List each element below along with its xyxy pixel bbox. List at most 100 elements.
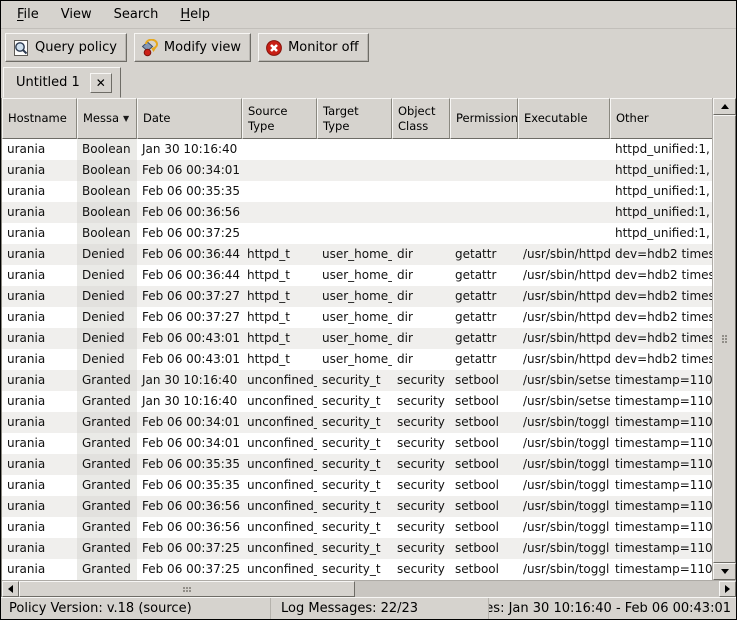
column-header-hostname[interactable]: Hostname [2,98,77,139]
table-row[interactable]: uraniaGrantedFeb 06 00:34:01unconfined_s… [2,412,714,433]
query-policy-button[interactable]: Query policy [5,33,127,62]
table-cell [392,160,450,181]
horizontal-scroll-track[interactable] [19,581,719,597]
column-header-permission[interactable]: Permission [450,98,518,139]
table-cell: dev=hdb2 timesta [610,328,714,349]
table-row[interactable]: uraniaGrantedFeb 06 00:35:35unconfined_s… [2,454,714,475]
column-header-date[interactable]: Date [137,98,242,139]
table-row[interactable]: uraniaDeniedFeb 06 00:36:44httpd_tuser_h… [2,265,714,286]
table-cell: dev=hdb2 timesta [610,265,714,286]
horizontal-scrollbar[interactable] [2,580,736,597]
table-cell: Granted [77,391,137,412]
table-cell: Feb 06 00:34:01 [137,160,242,181]
table-cell: urania [2,328,77,349]
table-cell: /usr/sbin/httpd [518,328,610,349]
table-cell [392,223,450,244]
table-cell: httpd_t [242,307,317,328]
column-header-target-type[interactable]: Target Type [317,98,392,139]
table-cell: timestamp=11076 [610,496,714,517]
table-cell: Feb 06 00:35:35 [137,454,242,475]
table-cell: unconfined_ [242,475,317,496]
monitor-off-button[interactable]: Monitor off [258,33,368,62]
table-cell [518,223,610,244]
table-cell: httpd_unified:1, h [610,181,714,202]
table-cell: dir [392,286,450,307]
table-cell: /usr/sbin/toggle [518,517,610,538]
column-header-label: Hostname [8,111,67,125]
scroll-down-button[interactable] [713,563,736,580]
table-cell: security_t [317,454,392,475]
column-header-source-type[interactable]: Source Type [242,98,317,139]
table-cell [317,139,392,160]
table-cell: httpd_unified:1, h [610,223,714,244]
table-cell: /usr/sbin/toggle [518,496,610,517]
table-cell: Feb 06 00:37:25 [137,559,242,580]
table-row[interactable]: uraniaGrantedJan 30 10:16:40unconfined_s… [2,391,714,412]
table-row[interactable]: uraniaBooleanFeb 06 00:35:35httpd_unifie… [2,181,714,202]
table-row[interactable]: uraniaGrantedFeb 06 00:37:25unconfined_s… [2,538,714,559]
table-cell [317,223,392,244]
table-cell: Feb 06 00:43:01 [137,328,242,349]
table-cell: user_home_ [317,328,392,349]
scroll-right-button[interactable] [719,581,736,597]
table-cell: setbool [450,454,518,475]
table-row[interactable]: uraniaGrantedFeb 06 00:34:01unconfined_s… [2,433,714,454]
arrow-down-icon [721,569,729,574]
table-row[interactable]: uraniaDeniedFeb 06 00:43:01httpd_tuser_h… [2,349,714,370]
column-header-executable[interactable]: Executable [518,98,610,139]
table-row[interactable]: uraniaDeniedFeb 06 00:37:27httpd_tuser_h… [2,286,714,307]
table-cell: Feb 06 00:35:35 [137,181,242,202]
modify-view-button[interactable]: Modify view [134,33,251,62]
table-cell: /usr/sbin/httpd [518,286,610,307]
table-cell: dev=hdb2 timesta [610,349,714,370]
table-cell: Granted [77,475,137,496]
column-header-other[interactable]: Other [610,98,713,139]
arrow-right-icon [725,585,730,593]
table-row[interactable]: uraniaDeniedFeb 06 00:43:01httpd_tuser_h… [2,328,714,349]
table-cell [317,202,392,223]
table-cell: security [392,454,450,475]
table-cell: /usr/sbin/httpd [518,307,610,328]
table-row[interactable]: uraniaBooleanFeb 06 00:36:56httpd_unifie… [2,202,714,223]
table-row[interactable]: uraniaGrantedFeb 06 00:36:56unconfined_s… [2,496,714,517]
table-cell: urania [2,412,77,433]
table-cell: timestamp=11076 [610,475,714,496]
table-row[interactable]: uraniaGrantedJan 30 10:16:40unconfined_s… [2,370,714,391]
table-row[interactable]: uraniaGrantedFeb 06 00:36:56unconfined_s… [2,517,714,538]
table-cell: timestamp=11071 [610,391,714,412]
column-header-label: Source Type [248,104,288,133]
column-header-label: Date [143,111,171,125]
menu-view[interactable]: View [51,3,102,26]
tab-close-button[interactable]: ✕ [90,73,112,93]
statusbar-dates-pane: Dates: Jan 30 10:16:40 - Feb 06 00:43:01 [489,598,736,619]
table-row[interactable]: uraniaGrantedFeb 06 00:35:35unconfined_s… [2,475,714,496]
column-header-label: Permission [456,111,518,125]
toolbar-button-label: Monitor off [288,40,358,55]
column-header-messa[interactable]: Messa▼ [77,98,137,139]
tab-untitled-1[interactable]: Untitled 1 ✕ [3,67,121,98]
table-cell: Jan 30 10:16:40 [137,391,242,412]
scroll-up-button[interactable] [713,98,736,115]
arrow-up-icon [721,104,729,109]
table-row[interactable]: uraniaGrantedFeb 06 00:37:25unconfined_s… [2,559,714,580]
table-row[interactable]: uraniaBooleanFeb 06 00:34:01httpd_unifie… [2,160,714,181]
table-row[interactable]: uraniaBooleanJan 30 10:16:40httpd_unifie… [2,139,714,160]
table-row[interactable]: uraniaBooleanFeb 06 00:37:25httpd_unifie… [2,223,714,244]
menu-help[interactable]: Help [170,3,220,26]
table-cell [450,223,518,244]
scroll-left-button[interactable] [2,581,19,597]
menu-search[interactable]: Search [104,3,169,26]
table-cell: Feb 06 00:36:56 [137,517,242,538]
horizontal-scroll-thumb[interactable] [19,581,355,597]
column-header-object-class[interactable]: Object Class [392,98,450,139]
vertical-scroll-thumb[interactable] [713,115,736,563]
table-cell: Granted [77,517,137,538]
table-row[interactable]: uraniaDeniedFeb 06 00:37:27httpd_tuser_h… [2,307,714,328]
menu-file[interactable]: File [7,3,49,26]
table-cell [518,181,610,202]
table-cell: setbool [450,370,518,391]
table-cell: httpd_t [242,328,317,349]
table-row[interactable]: uraniaDeniedFeb 06 00:36:44httpd_tuser_h… [2,244,714,265]
table-cell: /usr/sbin/toggle [518,538,610,559]
vertical-scrollbar[interactable] [712,98,736,580]
